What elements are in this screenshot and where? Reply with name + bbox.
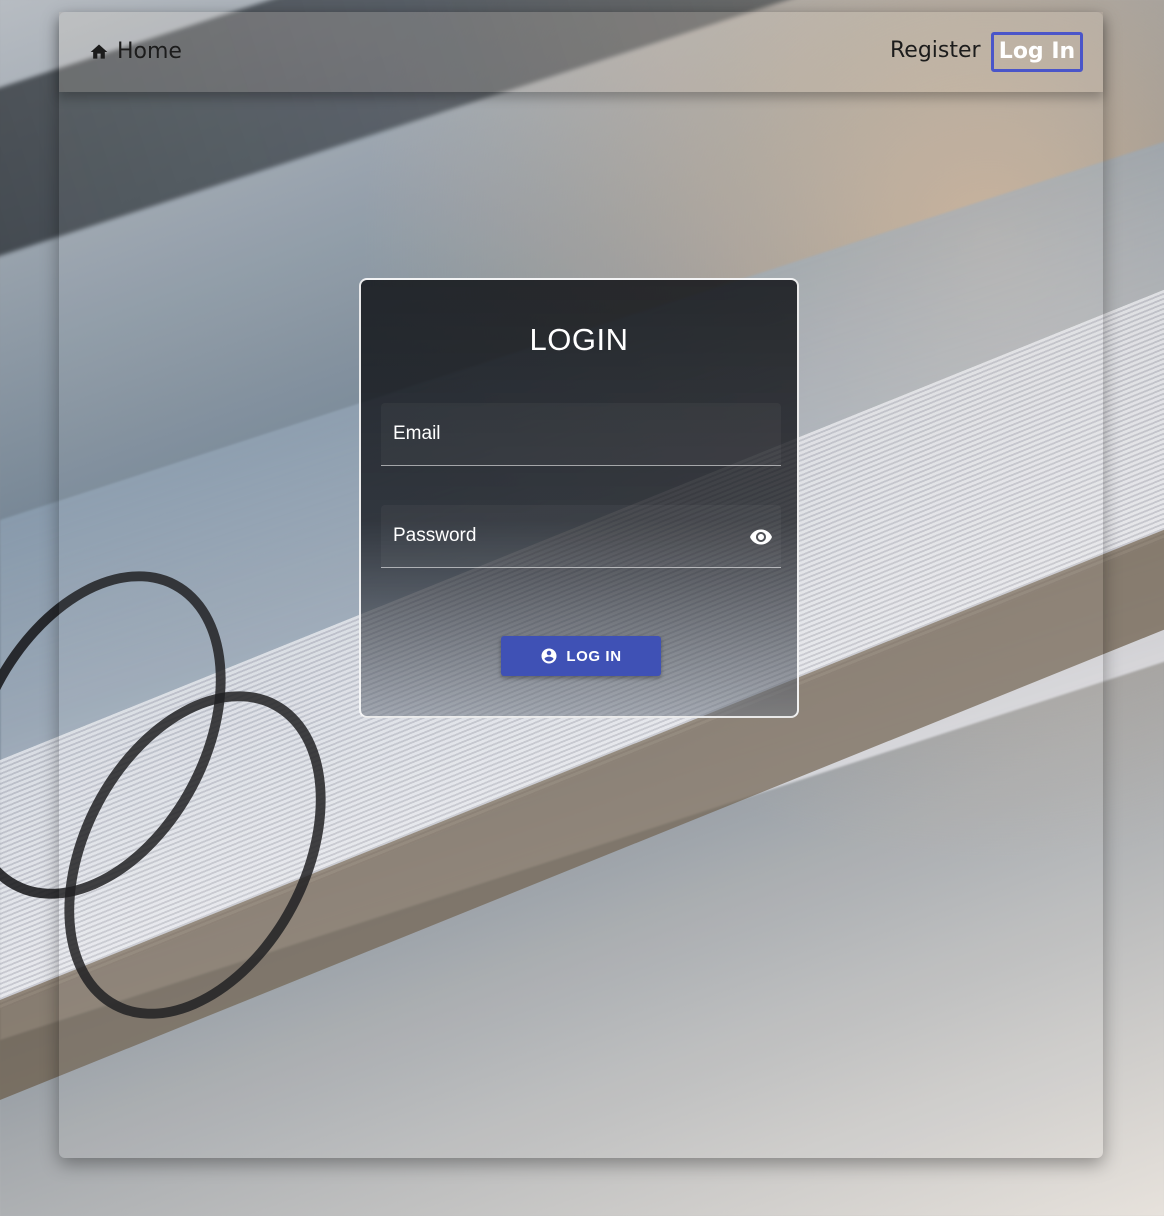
home-icon [90,44,108,59]
login-link[interactable]: Log In [991,32,1083,72]
login-submit-label: LOG IN [566,647,622,665]
login-title: LOGIN [529,322,629,357]
password-input[interactable] [381,505,781,567]
password-field-container [381,505,781,568]
main-panel: Home Register Log In LOGIN LOG IN [59,12,1103,1158]
eye-icon[interactable] [749,525,773,549]
email-input[interactable] [381,403,781,465]
register-link[interactable]: Register [890,38,981,63]
home-link[interactable]: Home [89,39,182,64]
login-card: LOGIN LOG IN [359,278,799,718]
login-submit-button[interactable]: LOG IN [501,636,661,676]
navbar: Home Register Log In [59,12,1103,92]
account-circle-icon [541,648,557,664]
home-link-label: Home [117,39,182,64]
email-field-container [381,403,781,466]
